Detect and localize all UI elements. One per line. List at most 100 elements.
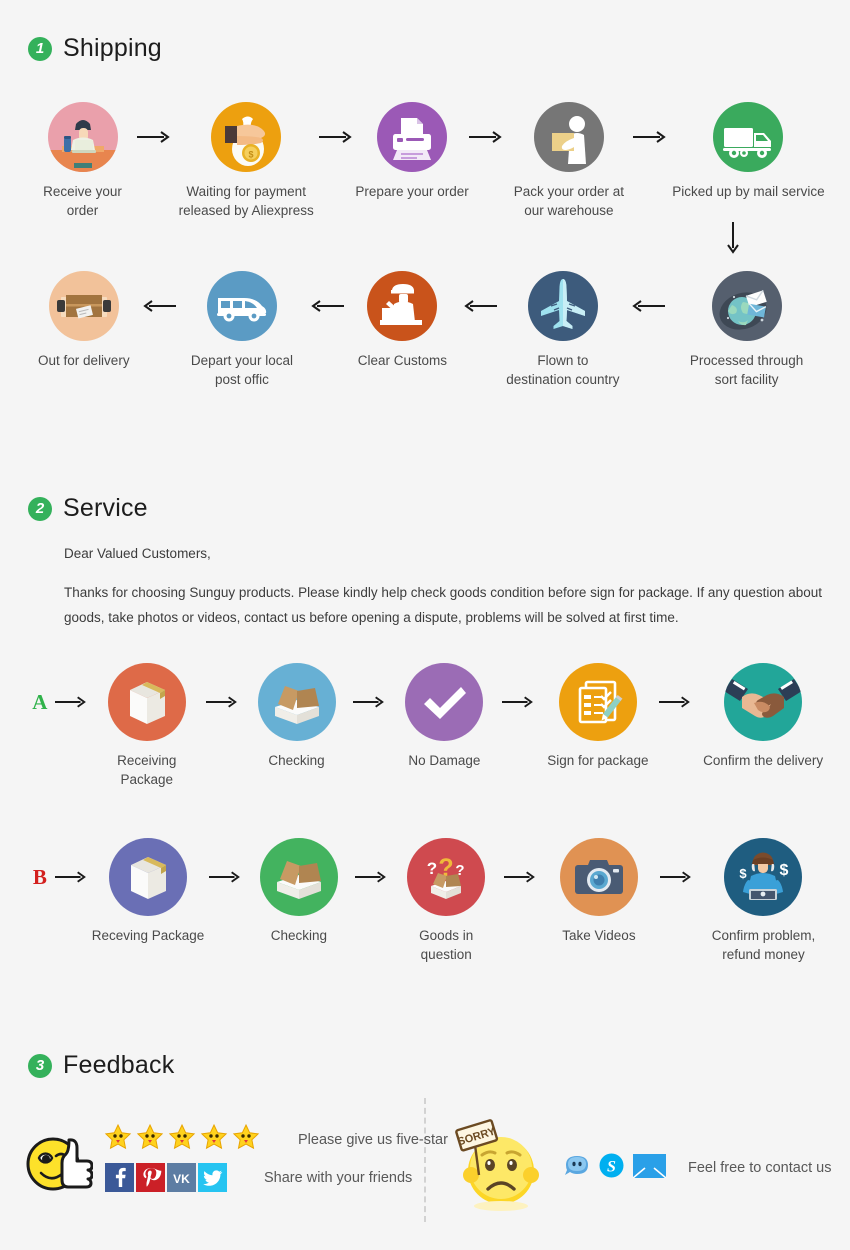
step-caption: No Damage (408, 753, 481, 768)
left-arrow-icon (140, 271, 177, 341)
section-number-badge: 3 (28, 1053, 52, 1078)
globe-mail-icon (711, 271, 782, 341)
step-caption: Checking (270, 928, 328, 943)
service-b-step-goods-in-question: ? ? ? Goods in question (393, 838, 498, 964)
shipping-step-sort-facility: Processed through sort facility (665, 271, 828, 389)
star-icon (104, 1123, 132, 1156)
shipping-step-pack-order: Pack your order at our warehouse (505, 102, 632, 220)
email-icon[interactable] (632, 1153, 667, 1183)
handshake-icon (724, 663, 803, 741)
winking-thumbs-up-face-icon (25, 1128, 94, 1199)
right-arrow-icon (654, 663, 698, 741)
shipping-flow-row-1: Receive your order $ Waiting for payment… (28, 102, 828, 220)
section-number-badge: 1 (28, 36, 52, 61)
right-arrow-icon (204, 838, 248, 916)
right-arrow-icon (632, 102, 669, 172)
camera-icon (559, 838, 638, 916)
step-caption: Flown to destination country (506, 353, 620, 387)
shipping-step-picked-up: Picked up by mail service (669, 102, 828, 202)
step-caption: Confirm the delivery (703, 753, 824, 768)
feedback-line-2: Share with your friends (264, 1169, 413, 1186)
pinterest-icon[interactable] (136, 1163, 165, 1192)
skype-icon[interactable]: S (598, 1152, 625, 1184)
worker-packing-icon (533, 102, 604, 172)
customs-officer-icon (367, 271, 438, 341)
shipping-step-flown-destination: Flown to destination country (498, 271, 628, 389)
down-arrow-icon (726, 222, 740, 261)
service-a-step-sign-package: Sign for package (541, 663, 654, 771)
shipping-flow-row-2: Out for delivery Depart your local post … (28, 271, 828, 389)
delivery-truck-icon (713, 102, 784, 172)
step-caption: Checking (268, 753, 325, 768)
shipping-step-waiting-payment: $ Waiting for payment released by Aliexp… (173, 102, 318, 220)
contact-row: S Feel free to contact us (563, 1152, 831, 1184)
svg-text:$: $ (780, 862, 789, 879)
support-agent-icon: $ $ (724, 838, 803, 916)
aliexpress-message-icon[interactable] (563, 1152, 590, 1184)
right-arrow-icon (348, 663, 392, 741)
right-arrow-icon (350, 838, 394, 916)
step-caption: Picked up by mail service (672, 184, 825, 199)
step-caption: Prepare your order (355, 184, 469, 199)
step-caption: Sign for package (547, 753, 649, 768)
svg-text:$: $ (740, 866, 748, 881)
step-caption: Goods in question (419, 928, 474, 962)
step-caption: Clear Customs (357, 353, 448, 368)
service-body-text: Thanks for choosing Sunguy products. Ple… (64, 585, 822, 625)
section-header-feedback: 3 Feedback (28, 1051, 174, 1080)
star-rating-group (104, 1123, 260, 1156)
right-arrow-icon (52, 838, 92, 916)
service-flow-row-a: A Receiving Package Checking No Damage S… (28, 663, 828, 789)
service-b-step-checking: Checking (248, 838, 350, 946)
shipping-step-receive-order: Receive your order (28, 102, 137, 220)
right-arrow-icon (52, 663, 92, 741)
sad-face-sorry-sign-icon: SORRY (449, 1113, 547, 1218)
row-b-label: B (32, 864, 47, 889)
open-box-icon (257, 663, 336, 741)
step-caption: Receving Package (91, 928, 205, 943)
service-a-step-confirm-delivery: Confirm the delivery (698, 663, 828, 771)
svg-text:$: $ (249, 150, 254, 160)
right-arrow-icon (137, 102, 173, 172)
left-arrow-icon (307, 271, 344, 341)
feedback-line-3: Feel free to contact us (688, 1160, 832, 1176)
section-header-service: 2 Service (28, 494, 148, 523)
svg-text:?: ? (427, 859, 437, 878)
service-a-step-no-damage: No Damage (391, 663, 497, 771)
facebook-icon[interactable] (105, 1163, 134, 1192)
star-icon (232, 1123, 260, 1156)
twitter-icon[interactable] (198, 1163, 227, 1192)
step-caption: Confirm problem, refund money (711, 928, 816, 962)
service-a-step-receiving-package: Receiving Package (92, 663, 202, 789)
section-title: Service (63, 494, 148, 522)
star-icon (168, 1123, 196, 1156)
step-caption: Take Videos (562, 928, 636, 943)
svg-text:S: S (607, 1159, 616, 1176)
star-icon (200, 1123, 228, 1156)
left-arrow-icon (461, 271, 498, 341)
step-caption: Out for delivery (38, 353, 130, 368)
right-arrow-icon (202, 663, 246, 741)
closed-box-icon (107, 663, 186, 741)
open-parcel-icon (48, 271, 119, 341)
feedback-divider (424, 1098, 426, 1222)
service-greeting: Dear Valued Customers, (64, 546, 211, 561)
question-box-icon: ? ? ? (407, 838, 486, 916)
step-caption: Receiving Package (117, 753, 177, 787)
signed-document-icon (558, 663, 637, 741)
shipping-step-depart-post-office: Depart your local post offic (177, 271, 307, 389)
service-b-step-confirm-refund: $ $ Confirm problem, refund money (699, 838, 828, 964)
step-caption: Depart your local post offic (190, 353, 293, 387)
vk-icon[interactable]: VK (167, 1163, 196, 1192)
right-arrow-icon (319, 102, 355, 172)
shipping-step-prepare-order: Prepare your order (355, 102, 469, 202)
hand-money-bag-icon: $ (211, 102, 282, 172)
social-share-row: VK Share with your friends (105, 1163, 412, 1192)
five-star-rating: Please give us five-star (104, 1123, 448, 1156)
printer-icon (377, 102, 448, 172)
step-caption: Processed through sort facility (689, 353, 804, 387)
service-b-step-receiving-package: Receving Package (92, 838, 205, 946)
shipping-service-feedback-infographic: 1 Shipping Receive your order $ Waiting … (0, 0, 850, 1250)
step-caption: Waiting for payment released by Aliexpre… (178, 184, 314, 218)
star-icon (136, 1123, 164, 1156)
